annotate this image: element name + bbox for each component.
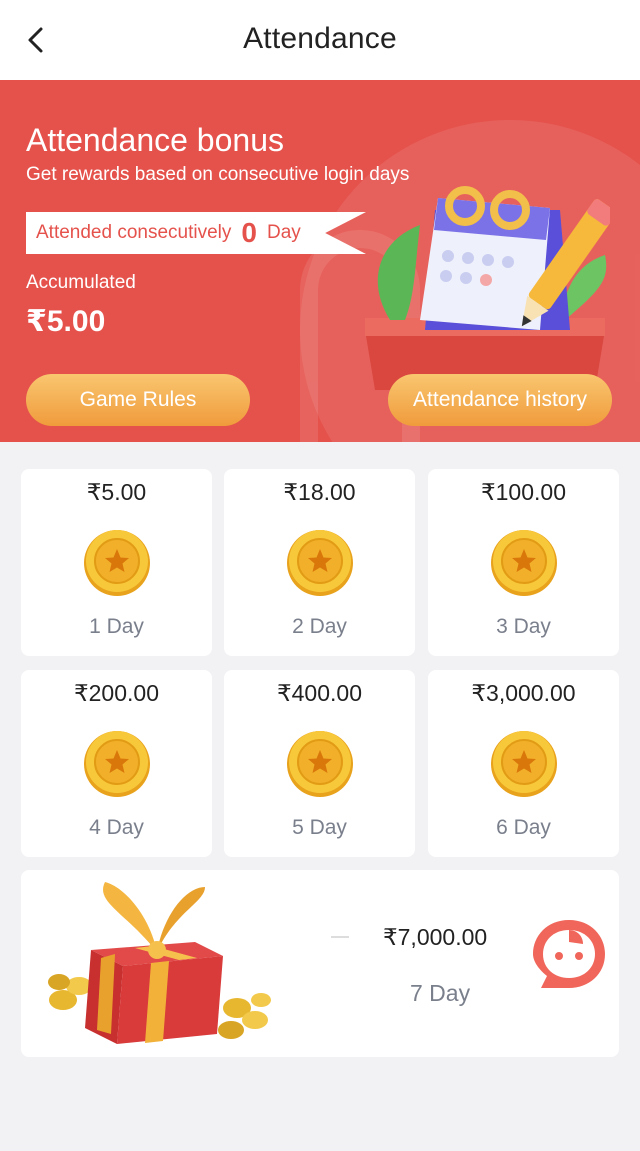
day-label: 1 Day [89, 615, 144, 638]
star-coin-icon [287, 731, 353, 797]
day-card[interactable]: ₹5.00 1 Day [21, 469, 212, 656]
ribbon-prefix: Attended consecutively [36, 222, 232, 243]
day-label: 3 Day [496, 615, 551, 638]
star-coin-icon [84, 731, 150, 797]
day7-card[interactable]: ₹7,000.00 7 Day [21, 870, 619, 1057]
consecutive-days-ribbon: Attended consecutively 0 Day [26, 212, 366, 254]
reward-amount: ₹5.00 [86, 479, 147, 505]
reward-amount: ₹100.00 [481, 479, 566, 505]
chat-support-icon[interactable] [529, 914, 609, 994]
reward-amount: ₹400.00 [277, 680, 362, 706]
star-coin-icon [491, 731, 557, 797]
bonus-subtitle: Get rewards based on consecutive login d… [26, 164, 410, 185]
day-card[interactable]: ₹400.00 5 Day [224, 670, 415, 857]
calendar-pencil-icon [365, 186, 610, 390]
day-label: 2 Day [292, 615, 347, 638]
day-card[interactable]: ₹200.00 4 Day [21, 670, 212, 857]
day7-reward-amount: ₹7,000.00 [383, 924, 488, 950]
accumulated-value: ₹5.00 [26, 305, 106, 338]
accumulated-label: Accumulated [26, 272, 136, 293]
divider-dash [331, 936, 349, 938]
attendance-banner: Attendance bonus Get rewards based on co… [0, 80, 640, 442]
gift-box-icon [48, 882, 271, 1044]
reward-amount: ₹200.00 [74, 680, 159, 706]
day-card[interactable]: ₹3,000.00 6 Day [428, 670, 619, 857]
page-title: Attendance [243, 22, 397, 55]
game-rules-button[interactable]: Game Rules [26, 374, 250, 426]
day-label: 4 Day [89, 816, 144, 839]
star-coin-icon [491, 530, 557, 596]
top-navbar: Attendance [0, 0, 640, 80]
day-label: 5 Day [292, 816, 347, 839]
day7-label: 7 Day [410, 980, 471, 1006]
reward-amount: ₹18.00 [283, 479, 356, 505]
attendance-history-button[interactable]: Attendance history [388, 374, 612, 426]
reward-amount: ₹3,000.00 [471, 680, 576, 706]
day-card[interactable]: ₹100.00 3 Day [428, 469, 619, 656]
consecutive-days-count: 0 [241, 217, 257, 248]
bonus-title: Attendance bonus [26, 122, 284, 158]
ribbon-suffix: Day [266, 222, 301, 243]
day-label: 6 Day [496, 816, 551, 839]
star-coin-icon [287, 530, 353, 596]
day-card[interactable]: ₹18.00 2 Day [224, 469, 415, 656]
star-coin-icon [84, 530, 150, 596]
